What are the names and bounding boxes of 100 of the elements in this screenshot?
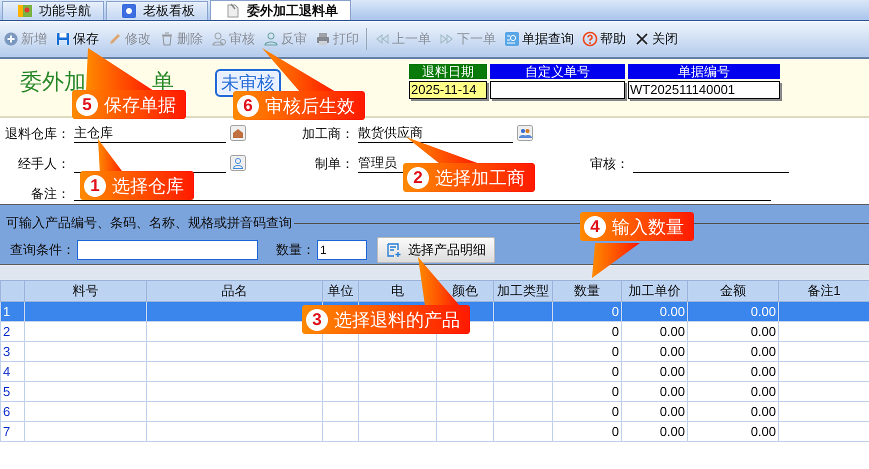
toolbar-button[interactable]: 帮助 — [581, 30, 627, 48]
column-header[interactable]: 金额 — [688, 280, 778, 302]
row-number: 5 — [0, 382, 24, 402]
field-label: 查询条件： — [10, 241, 75, 259]
input-field[interactable] — [490, 81, 625, 99]
add-list-icon — [386, 242, 402, 258]
row-number: 7 — [0, 422, 24, 442]
input-field[interactable]: 2025-11-14 — [409, 81, 487, 99]
table-cell: 0.00 — [688, 362, 778, 382]
table-cell: 0.00 — [622, 382, 688, 402]
row-number: 1 — [0, 302, 24, 322]
tab[interactable]: 功能导航 — [2, 1, 104, 20]
form-title: 单 — [152, 68, 174, 96]
field-label: 自定义单号 — [490, 64, 625, 79]
table-row[interactable]: 5 0 0.00 0.00 — [0, 382, 869, 402]
forward-icon — [439, 31, 455, 47]
column-header[interactable]: 单位 — [322, 280, 358, 302]
step-number: 3 — [306, 308, 328, 330]
tab[interactable]: 委外加工退料单 — [210, 0, 351, 20]
callout-text: 选择仓库 — [112, 174, 184, 198]
table-cell: 0.00 — [622, 302, 688, 322]
table-cell: 0.00 — [688, 422, 778, 442]
table-cell: 0 — [552, 362, 622, 382]
row-number: 2 — [0, 322, 24, 342]
field-label: 制单： — [314, 155, 355, 173]
step-number: 6 — [237, 94, 259, 116]
table-cell: 0.00 — [688, 402, 778, 422]
user-icon[interactable] — [230, 155, 246, 171]
search-icon — [504, 31, 520, 47]
column-header[interactable]: 加工单价 — [622, 280, 688, 302]
callout-text: 审核后生效 — [265, 94, 355, 118]
rewind-icon — [374, 31, 390, 47]
callout-text: 选择加工商 — [435, 166, 525, 190]
table-cell: 0 — [552, 382, 622, 402]
map-icon — [17, 3, 33, 19]
table-cell: 0.00 — [688, 382, 778, 402]
column-header[interactable]: 加工类型 — [494, 280, 552, 302]
table-cell: 0.00 — [622, 342, 688, 362]
callout-pointer — [592, 243, 640, 278]
table-row[interactable]: 6 0 0.00 0.00 — [0, 402, 869, 422]
person-icon — [263, 31, 279, 47]
row-number: 6 — [0, 402, 24, 422]
plus-icon — [3, 31, 19, 47]
step-number: 4 — [584, 216, 606, 238]
field-label: 退料日期 — [409, 64, 487, 79]
field-label: 退料仓库： — [4, 125, 71, 143]
trash-icon — [159, 31, 175, 47]
search-hint: 可输入产品编号、条码、名称、规格或拼音码查询 — [6, 214, 293, 232]
row-number: 4 — [0, 362, 24, 382]
table-row[interactable]: 3 0 0.00 0.00 — [0, 342, 869, 362]
toolbar-button[interactable]: 单据查询 — [503, 30, 575, 48]
save-icon — [55, 31, 71, 47]
field-label: 经手人： — [17, 155, 71, 173]
callout-text: 保存单据 — [104, 94, 176, 116]
table-cell: 0 — [552, 322, 622, 342]
printer-icon — [315, 31, 331, 47]
quantity-field[interactable]: 1 — [317, 240, 367, 260]
table-cell: 0.00 — [688, 342, 778, 362]
field-label: 数量： — [276, 241, 315, 259]
grid-icon — [121, 3, 137, 19]
step-number: 1 — [84, 174, 106, 196]
form-title: 委外加 — [20, 68, 86, 96]
table-cell: 0.00 — [688, 302, 778, 322]
column-header[interactable]: 数量 — [552, 280, 622, 302]
table-cell: 0 — [552, 422, 622, 442]
tab[interactable]: 老板看板 — [106, 1, 208, 20]
people-icon[interactable] — [517, 125, 533, 141]
table-cell: 0 — [552, 342, 622, 362]
table-row[interactable]: 7 0 0.00 0.00 — [0, 422, 869, 442]
toolbar-button[interactable]: 关闭 — [633, 30, 679, 48]
table-cell: 0.00 — [622, 322, 688, 342]
field-label: 审核： — [589, 155, 630, 173]
callout-pointer — [86, 48, 154, 91]
field-label: 单据编号 — [628, 64, 780, 79]
callout-text: 输入数量 — [612, 216, 684, 238]
step-number: 5 — [76, 94, 98, 116]
help-icon — [582, 31, 598, 47]
column-header[interactable]: 料号 — [24, 280, 146, 302]
field-label: 备注： — [30, 185, 71, 203]
row-number: 3 — [0, 342, 24, 362]
table-cell: 0 — [552, 402, 622, 422]
table-cell: 0.00 — [688, 322, 778, 342]
step-number: 2 — [407, 166, 429, 188]
input-field[interactable]: 主仓库 — [74, 124, 226, 143]
table-cell: 0.00 — [622, 422, 688, 442]
field-label: 加工商： — [301, 125, 355, 143]
table-cell: 0.00 — [622, 402, 688, 422]
table-cell: 0 — [552, 302, 622, 322]
select-products-button[interactable]: 选择产品明细 — [377, 237, 495, 263]
search-field[interactable] — [77, 240, 258, 260]
house-icon[interactable] — [230, 125, 246, 141]
document-icon — [225, 2, 241, 18]
table-row[interactable]: 4 0 0.00 0.00 — [0, 362, 869, 382]
close-icon — [634, 31, 650, 47]
column-header[interactable]: 品名 — [146, 280, 322, 302]
person-icon — [211, 31, 227, 47]
toolbar-button[interactable]: 保存 — [54, 30, 100, 48]
column-header[interactable]: 备注1 — [778, 280, 869, 302]
table-cell: 0.00 — [622, 362, 688, 382]
input-field[interactable]: WT202511140001 — [628, 81, 780, 99]
